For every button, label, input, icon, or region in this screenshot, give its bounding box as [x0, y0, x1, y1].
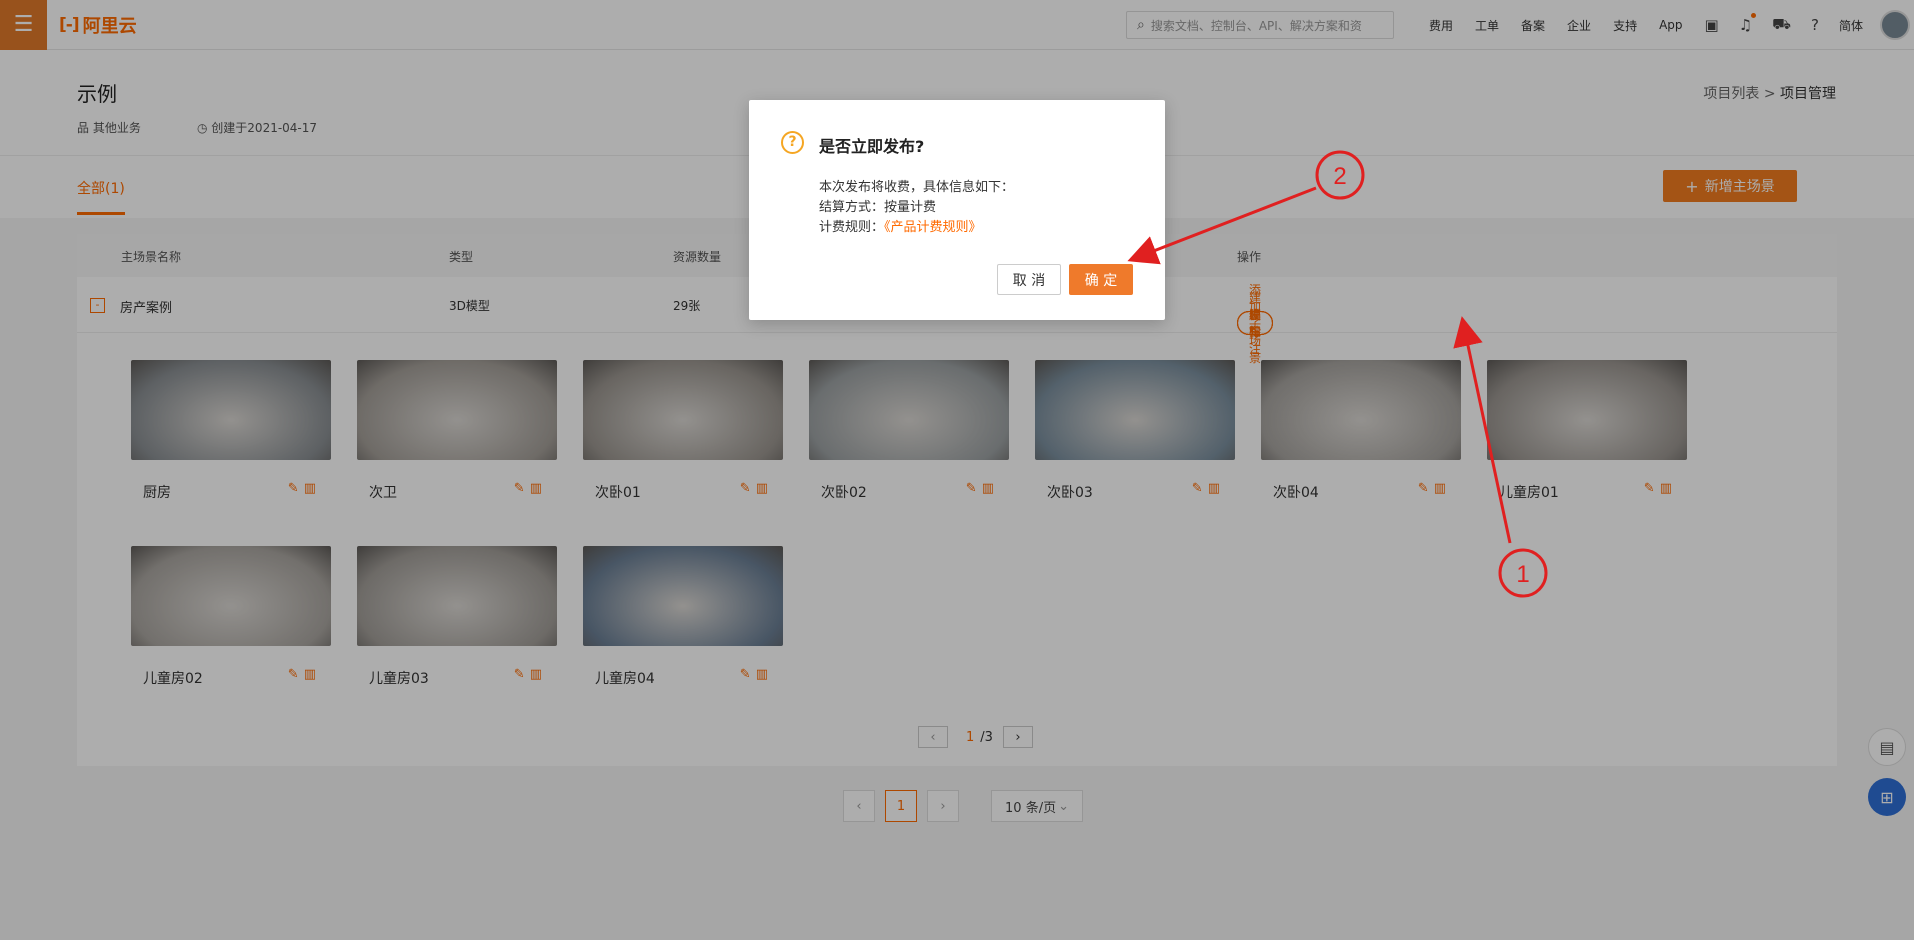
billing-rule-link[interactable]: 《产品计费规则》	[884, 220, 982, 235]
question-icon: ?	[781, 131, 804, 154]
billing-method-label: 结算方式：	[819, 200, 885, 215]
billing-rule-label: 计费规则：	[819, 220, 885, 235]
dialog-line-3: 计费规则：《产品计费规则》	[819, 216, 982, 235]
dialog-title: 是否立即发布?	[819, 137, 925, 156]
dialog-line-2: 结算方式：按量计费	[819, 196, 936, 215]
confirm-button[interactable]: 确 定	[1069, 264, 1133, 295]
publish-confirm-dialog: ? 是否立即发布? 本次发布将收费，具体信息如下： 结算方式：按量计费 计费规则…	[749, 100, 1165, 320]
dialog-line-1: 本次发布将收费，具体信息如下：	[819, 180, 1015, 195]
billing-method-value: 按量计费	[884, 200, 937, 215]
cancel-button[interactable]: 取 消	[997, 264, 1061, 295]
